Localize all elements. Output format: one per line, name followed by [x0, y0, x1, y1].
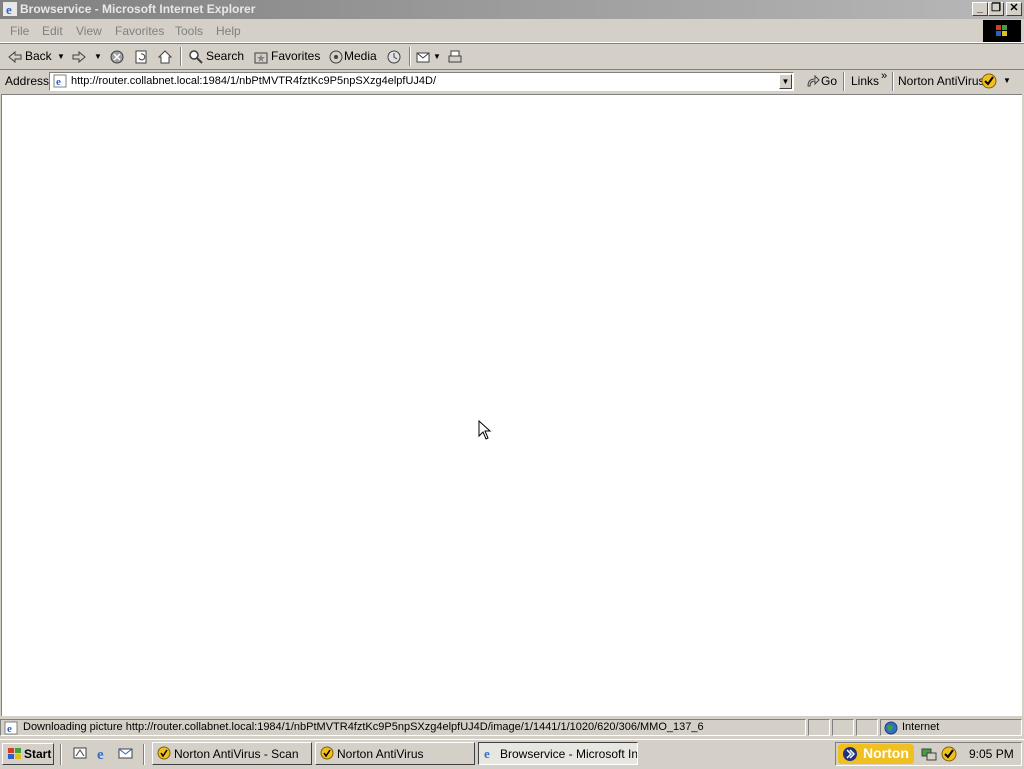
- norton-antivirus-toolbar-button[interactable]: Norton AntiVirus: [898, 74, 985, 88]
- go-arrow-icon[interactable]: [805, 74, 821, 90]
- back-button[interactable]: Back: [25, 49, 52, 63]
- internet-explorer-icon[interactable]: e: [95, 745, 111, 761]
- start-label: Start: [24, 747, 52, 761]
- norton-tray-button[interactable]: Norton: [838, 744, 914, 764]
- mouse-cursor-icon: [478, 420, 492, 440]
- norton-icon: [157, 746, 171, 760]
- windows-flag-icon: [8, 748, 21, 759]
- home-icon[interactable]: [157, 49, 173, 65]
- address-bar: Address e http://router.collabnet.local:…: [0, 69, 1024, 94]
- status-bar: e Downloading picture http://router.coll…: [0, 717, 1024, 738]
- task-label: Browservice - Microsoft Int...: [500, 747, 638, 761]
- status-panel: [808, 719, 830, 736]
- task-browservice[interactable]: e Browservice - Microsoft Int...: [478, 742, 638, 765]
- norton-icon[interactable]: [981, 73, 997, 89]
- svg-text:e: e: [97, 747, 104, 761]
- task-norton-scan[interactable]: Norton AntiVirus - Scan: [152, 742, 312, 765]
- mail-dropdown-icon[interactable]: ▼: [433, 52, 441, 61]
- address-label: Address: [5, 74, 50, 88]
- norton-dropdown-icon[interactable]: ▼: [1003, 76, 1011, 85]
- ie-icon: e: [3, 2, 17, 16]
- back-arrow-icon[interactable]: [7, 49, 23, 65]
- favorites-icon[interactable]: [253, 49, 269, 65]
- start-button[interactable]: Start: [2, 743, 54, 765]
- forward-arrow-icon[interactable]: [71, 49, 87, 65]
- outlook-express-icon[interactable]: [118, 745, 134, 761]
- status-text: Downloading picture http://router.collab…: [23, 721, 704, 733]
- search-button[interactable]: Search: [206, 49, 244, 63]
- minimize-button[interactable]: _: [972, 2, 988, 16]
- menu-view[interactable]: View: [76, 24, 102, 38]
- toolbar-separator: [892, 72, 894, 91]
- refresh-icon[interactable]: [133, 49, 149, 65]
- menu-bar: File Edit View Favorites Tools Help: [0, 20, 1024, 43]
- menu-edit[interactable]: Edit: [42, 24, 63, 38]
- menu-help[interactable]: Help: [216, 24, 241, 38]
- close-button[interactable]: ✕: [1006, 2, 1022, 16]
- address-dropdown-icon[interactable]: ▼: [779, 74, 792, 89]
- show-desktop-icon[interactable]: [72, 745, 88, 761]
- svg-text:e: e: [56, 76, 61, 88]
- print-icon[interactable]: [447, 49, 463, 65]
- status-panel: [856, 719, 878, 736]
- toolbar-separator: [409, 47, 411, 66]
- page-loading-icon: e: [4, 721, 18, 735]
- task-label: Norton AntiVirus: [337, 747, 424, 761]
- window-title: Browservice - Microsoft Internet Explore…: [20, 2, 256, 16]
- menu-favorites[interactable]: Favorites: [115, 24, 164, 38]
- back-dropdown-icon[interactable]: ▼: [57, 52, 65, 61]
- media-icon[interactable]: [328, 49, 344, 65]
- toolbar-separator: [180, 47, 182, 66]
- search-icon[interactable]: [188, 49, 204, 65]
- globe-icon: [884, 721, 898, 735]
- standard-toolbar: Back ▼ ▼ Search Favorites Media ▼: [0, 43, 1024, 70]
- system-tray: Norton 9:05 PM: [835, 742, 1022, 766]
- chevron-right-icon[interactable]: »: [881, 70, 887, 82]
- menu-file[interactable]: File: [10, 24, 29, 38]
- task-label: Norton AntiVirus - Scan: [174, 747, 299, 761]
- taskbar: Start e Norton AntiVirus - Scan Norton A…: [0, 739, 1024, 769]
- page-content[interactable]: [1, 94, 1022, 716]
- taskbar-separator: [143, 744, 145, 765]
- zone-label: Internet: [902, 721, 940, 733]
- history-icon[interactable]: [386, 49, 402, 65]
- norton-tray-icon[interactable]: [941, 746, 957, 762]
- network-icon[interactable]: [921, 746, 937, 762]
- zone-panel: Internet: [880, 719, 1022, 736]
- norton-icon: [320, 746, 334, 760]
- address-url: http://router.collabnet.local:1984/1/nbP…: [71, 75, 437, 87]
- chevron-right-icon: [843, 747, 857, 761]
- go-button[interactable]: Go: [821, 74, 837, 88]
- media-button[interactable]: Media: [344, 49, 377, 63]
- favorites-button[interactable]: Favorites: [271, 49, 320, 63]
- forward-dropdown-icon[interactable]: ▼: [94, 52, 102, 61]
- taskbar-separator: [60, 744, 62, 765]
- title-bar[interactable]: e Browservice - Microsoft Internet Explo…: [0, 0, 1024, 19]
- clock[interactable]: 9:05 PM: [969, 747, 1014, 761]
- norton-brand-label: Norton: [863, 745, 909, 761]
- menu-tools[interactable]: Tools: [175, 24, 203, 38]
- page-icon: e: [53, 74, 67, 88]
- status-text-panel: e Downloading picture http://router.coll…: [0, 719, 806, 736]
- task-norton-antivirus[interactable]: Norton AntiVirus: [315, 742, 475, 765]
- status-panel: [832, 719, 854, 736]
- stop-icon[interactable]: [109, 49, 125, 65]
- svg-text:e: e: [6, 2, 12, 16]
- restore-button[interactable]: ❐: [988, 2, 1004, 16]
- address-input[interactable]: e http://router.collabnet.local:1984/1/n…: [49, 72, 794, 91]
- ie-icon: e: [484, 746, 490, 760]
- windows-logo-icon: [983, 20, 1021, 42]
- mail-icon[interactable]: [416, 49, 432, 65]
- svg-text:e: e: [484, 746, 490, 760]
- links-button[interactable]: Links: [851, 74, 879, 88]
- toolbar-separator: [843, 72, 845, 91]
- svg-text:e: e: [7, 723, 12, 735]
